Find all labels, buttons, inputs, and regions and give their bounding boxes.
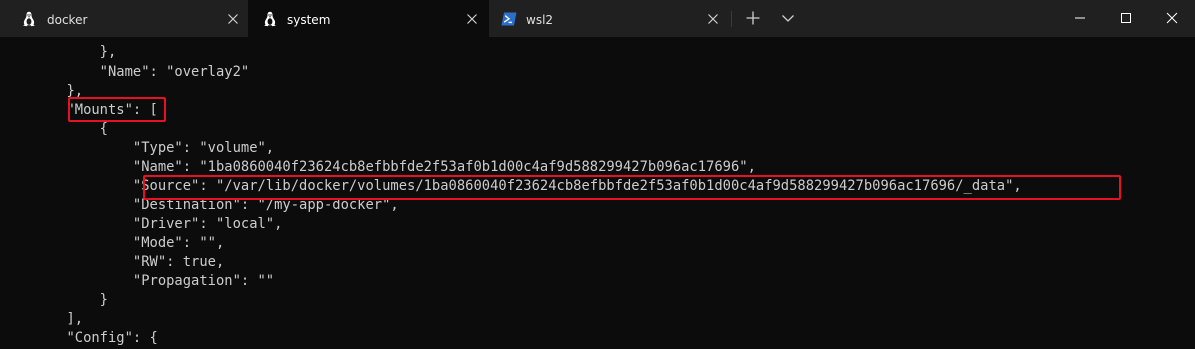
terminal-output[interactable]: }, "Name": "overlay2" }, "Mounts": [ { "… [0,37,1195,349]
terminal-line: }, [0,44,117,60]
tab-wsl2[interactable]: wsl2 [489,0,730,37]
tab-label: docker [47,13,88,27]
powershell-icon [501,12,517,26]
title-bar[interactable]: docker system wsl2 [0,0,1195,37]
terminal-window: docker system wsl2}, "Name": "overlay2"… [0,0,1195,349]
close-icon[interactable] [466,13,478,25]
chevron-down-icon[interactable] [780,10,796,26]
terminal-line: "Type": "volume", [0,140,275,156]
terminal-line: "Config": { [0,330,158,346]
terminal-line: "RW": true, [0,254,225,270]
linux-penguin-icon [264,11,276,27]
terminal-line: "Mode": "", [0,235,225,251]
plus-icon[interactable] [745,10,761,26]
terminal-line: "Name": "overlay2" [0,64,250,80]
mounts-highlight-box [68,97,166,122]
terminal-line: } [0,292,108,308]
tab-label: system [287,13,331,27]
tab-docker[interactable]: docker [0,0,248,37]
minimize-icon[interactable] [1070,8,1090,28]
terminal-line: "Propagation": "" [0,273,275,289]
linux-penguin-icon [23,11,35,27]
source-highlight-box [143,175,1121,200]
maximize-icon[interactable] [1116,8,1136,28]
close-icon[interactable] [1162,8,1182,28]
close-icon[interactable] [227,13,239,25]
tab-separator [731,11,732,27]
terminal-line: { [0,121,108,137]
tab-system[interactable]: system [248,0,489,37]
terminal-line: ], [0,311,84,327]
tab-label: wsl2 [526,13,554,27]
close-icon[interactable] [707,13,719,25]
terminal-line: "Driver": "local", [0,216,283,232]
